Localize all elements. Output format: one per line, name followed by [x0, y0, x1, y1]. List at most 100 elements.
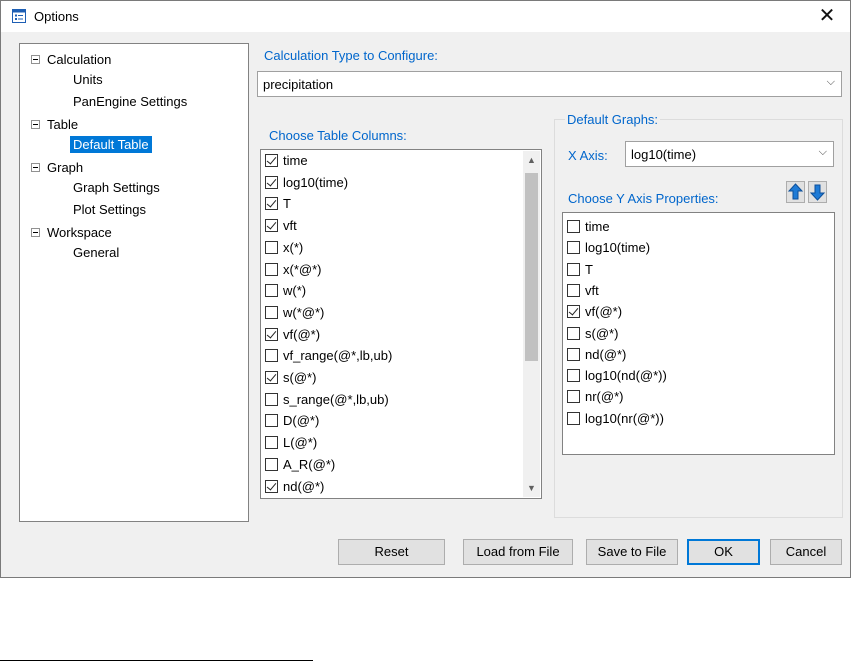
load-from-file-button[interactable]: Load from File: [463, 539, 573, 565]
save-to-file-button[interactable]: Save to File: [586, 539, 678, 565]
checkbox[interactable]: [265, 284, 278, 298]
checkbox[interactable]: [567, 326, 580, 340]
list-item-label: s(@*): [585, 325, 619, 341]
list-item-label: vft: [585, 282, 599, 298]
tree-node-units[interactable]: Units: [73, 71, 103, 88]
list-item-label: time: [283, 153, 308, 168]
list-item-label: T: [283, 196, 291, 212]
list-item-label: log10(nr(@*)): [585, 410, 664, 426]
move-up-button[interactable]: [786, 181, 805, 203]
calc-type-value: precipitation: [263, 77, 334, 92]
checkbox[interactable]: [265, 457, 278, 471]
scroll-up-icon[interactable]: ▲: [523, 155, 540, 165]
calc-type-label: Calculation Type to Configure:: [264, 48, 438, 63]
cancel-label: Cancel: [785, 544, 827, 559]
list-item-label: log10(time): [585, 240, 651, 256]
default-graphs-label: Default Graphs:: [565, 112, 661, 127]
reset-label: Reset: [374, 544, 409, 559]
checkbox[interactable]: [567, 262, 580, 276]
checkbox[interactable]: [265, 392, 278, 406]
tree-node-plot-settings[interactable]: Plot Settings: [73, 201, 146, 218]
list-item-label: T: [585, 261, 593, 277]
chevron-down-icon: ⌵: [818, 146, 827, 158]
tree-node-graph-settings[interactable]: Graph Settings: [73, 179, 160, 196]
tree-node-calculation[interactable]: Calculation: [47, 51, 111, 68]
options-dialog: Options ✕ Calculation Units PanEngine Se…: [0, 0, 851, 578]
checkbox[interactable]: [265, 240, 278, 254]
tree-node-general[interactable]: General: [73, 244, 119, 261]
checkbox[interactable]: [265, 175, 278, 189]
checkbox[interactable]: [567, 411, 580, 425]
checkbox[interactable]: [265, 479, 278, 493]
y-axis-properties-list[interactable]: time log10(time) Tvft vf(@*) s(@*) nd(@*) log1…: [562, 212, 835, 455]
arrow-up-icon: [787, 183, 804, 200]
divider-line: [0, 660, 313, 661]
window-title: Options: [34, 9, 79, 24]
list-item-label: x(*): [283, 239, 304, 255]
list-item-label: time: [585, 219, 610, 234]
checkbox[interactable]: [265, 349, 278, 363]
checkbox[interactable]: [567, 347, 580, 361]
calc-type-select[interactable]: precipitation ⌵: [257, 71, 842, 97]
checkbox[interactable]: [265, 154, 278, 167]
checkbox[interactable]: [265, 371, 278, 384]
arrow-down-icon: [809, 184, 826, 201]
list-item-label: L(@*): [283, 435, 318, 451]
checkbox[interactable]: [265, 414, 278, 428]
close-icon: ✕: [818, 5, 836, 27]
list-item-label: vft: [283, 218, 297, 234]
y-axis-properties-label: Choose Y Axis Properties:: [568, 191, 719, 206]
collapse-icon[interactable]: [31, 228, 40, 237]
checkbox[interactable]: [567, 390, 580, 404]
tree-node-table[interactable]: Table: [47, 116, 78, 133]
checkbox[interactable]: [567, 220, 580, 233]
checkbox[interactable]: [567, 241, 580, 255]
options-tree[interactable]: Calculation Units PanEngine Settings Tab…: [19, 43, 249, 522]
list-item-label: log10(nd(@*)): [585, 368, 667, 384]
scroll-down-icon[interactable]: ▼: [523, 483, 540, 493]
tree-node-panengine-settings[interactable]: PanEngine Settings: [73, 93, 187, 110]
options-window-icon: [12, 9, 26, 23]
list-item-label: D(@*): [283, 413, 320, 429]
close-button[interactable]: ✕: [804, 1, 850, 32]
x-axis-label: X Axis:: [568, 148, 608, 163]
scroll-thumb[interactable]: [525, 173, 538, 361]
checkbox[interactable]: [265, 305, 278, 319]
collapse-icon[interactable]: [31, 120, 40, 129]
list-item-label: nd(@*): [283, 478, 325, 494]
list-item-label: nr(@*): [585, 389, 624, 405]
cancel-button[interactable]: Cancel: [770, 539, 842, 565]
list-item-label: w(*): [283, 283, 307, 299]
reset-button[interactable]: Reset: [338, 539, 445, 565]
list-item-label: vf_range(@*,lb,ub): [283, 348, 393, 364]
checkbox[interactable]: [567, 283, 580, 297]
checkbox[interactable]: [265, 436, 278, 450]
checkbox[interactable]: [265, 197, 278, 211]
list-item-label: vf(@*): [283, 326, 321, 342]
x-axis-value: log10(time): [631, 147, 697, 162]
tree-node-graph[interactable]: Graph: [47, 159, 83, 176]
move-down-button[interactable]: [808, 181, 827, 203]
ok-button[interactable]: OK: [687, 539, 760, 565]
collapse-icon[interactable]: [31, 163, 40, 172]
save-label: Save to File: [597, 544, 667, 559]
list-item-label: log10(time): [283, 174, 349, 190]
tree-node-workspace[interactable]: Workspace: [47, 224, 112, 241]
tree-node-default-table[interactable]: Default Table: [70, 136, 152, 153]
list-item-label: s(@*): [283, 370, 317, 385]
checkbox[interactable]: [567, 305, 580, 319]
x-axis-select[interactable]: log10(time) ⌵: [625, 141, 834, 167]
checkbox[interactable]: [265, 219, 278, 233]
list-item-label: vf(@*): [585, 304, 623, 320]
checkbox[interactable]: [265, 262, 278, 276]
chevron-down-icon: ⌵: [826, 76, 835, 88]
load-label: Load from File: [476, 544, 560, 559]
table-columns-list[interactable]: ▲ ▼ time log10(time) Tvft x(*) x(*@*) w(*) w(*…: [260, 149, 542, 499]
checkbox[interactable]: [265, 327, 278, 341]
ok-label: OK: [714, 544, 733, 559]
collapse-icon[interactable]: [31, 55, 40, 64]
checkbox[interactable]: [567, 369, 580, 383]
table-columns-label: Choose Table Columns:: [269, 128, 407, 143]
table-columns-scrollbar[interactable]: ▲ ▼: [523, 151, 540, 497]
list-item-label: A_R(@*): [283, 456, 336, 472]
